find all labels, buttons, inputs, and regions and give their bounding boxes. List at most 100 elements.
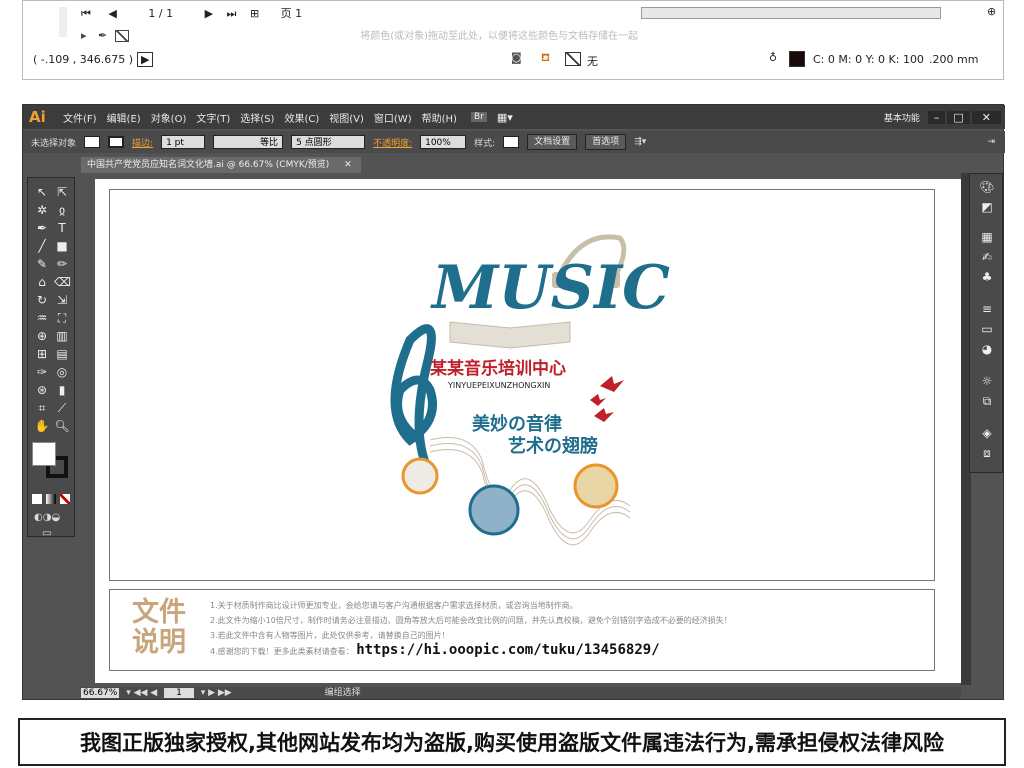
scale-tool-icon[interactable]: ⇲ bbox=[54, 292, 70, 308]
fill-bucket-icon[interactable]: ⛾ bbox=[541, 51, 550, 66]
lasso-tool-icon[interactable]: ჲ bbox=[54, 202, 70, 218]
warp-tool-icon[interactable]: ♒ bbox=[34, 310, 50, 326]
pencil-tool-icon[interactable]: ✏ bbox=[54, 256, 70, 272]
menu-object[interactable]: 对象(O) bbox=[151, 110, 187, 125]
preferences-button[interactable]: 首选项 bbox=[585, 134, 627, 150]
brushes-icon[interactable]: ✍︎ bbox=[978, 250, 996, 264]
swatches-icon[interactable]: ▦ bbox=[978, 230, 996, 244]
right-panel-dock: 🎨︎ ◩ ▦ ✍︎ ♣ ≡ ▭ ◕ ☼ ⧉ ◈ ⧈ bbox=[969, 173, 1003, 473]
transparency-icon[interactable]: ◕ bbox=[978, 342, 996, 356]
menu-type[interactable]: 文字(T) bbox=[196, 110, 230, 125]
rotate-tool-icon[interactable]: ↻ bbox=[34, 292, 50, 308]
hand-tool-icon[interactable]: ✋ bbox=[34, 418, 50, 434]
none-swatch[interactable] bbox=[114, 30, 129, 42]
arrange-icon[interactable]: ⇶▾ bbox=[634, 137, 646, 147]
play-icon[interactable]: ▸ bbox=[81, 29, 87, 42]
panel-menu-icon[interactable]: ⇥ bbox=[987, 137, 995, 147]
last-page-icon[interactable]: ⏭ bbox=[227, 7, 237, 20]
perspective-grid-tool-icon[interactable]: ▥ bbox=[54, 328, 70, 344]
eyedropper-icon[interactable]: ✒ bbox=[98, 29, 107, 42]
eyedropper-tool-icon[interactable]: ✑ bbox=[34, 364, 50, 380]
rectangle-tool-icon[interactable]: ■ bbox=[54, 238, 70, 254]
menu-file[interactable]: 文件(F) bbox=[63, 110, 97, 125]
gradient-panel-icon[interactable]: ▭ bbox=[978, 322, 996, 336]
color-panel-icon[interactable]: 🎨︎ bbox=[978, 180, 996, 194]
shape-builder-tool-icon[interactable]: ⊕ bbox=[34, 328, 50, 344]
direct-selection-tool-icon[interactable]: ⇱ bbox=[54, 184, 70, 200]
piano-photo bbox=[468, 484, 520, 536]
workspace-switcher[interactable]: 基本功能 bbox=[884, 111, 920, 124]
artboard-tool-icon[interactable]: ⌗ bbox=[34, 400, 50, 416]
mesh-tool-icon[interactable]: ⊞ bbox=[34, 346, 50, 362]
color-chip[interactable] bbox=[789, 51, 805, 67]
add-page-icon[interactable]: ⊞ bbox=[250, 7, 259, 20]
zoom-tool-icon[interactable]: 🔍︎ bbox=[54, 418, 70, 434]
graphic-styles-icon[interactable]: ⧉ bbox=[978, 394, 996, 408]
type-tool-icon[interactable]: T bbox=[54, 220, 70, 236]
nav-arrows-icon[interactable]: ▾ ◀◀ ◀ bbox=[126, 688, 157, 698]
layers-icon[interactable]: ◈ bbox=[978, 426, 996, 440]
eraser-tool-icon[interactable]: ⌫ bbox=[54, 274, 71, 290]
slice-tool-icon[interactable]: ⟋ bbox=[54, 400, 70, 416]
none-icon[interactable] bbox=[565, 52, 581, 66]
stroke-weight-field[interactable]: 1 pt bbox=[161, 135, 206, 149]
blend-tool-icon[interactable]: ◎ bbox=[54, 364, 70, 380]
blob-brush-tool-icon[interactable]: ⌂ bbox=[34, 274, 50, 290]
zoom-level[interactable]: 66.67% bbox=[81, 688, 120, 698]
menu-window[interactable]: 窗口(W) bbox=[374, 110, 412, 125]
column-graph-tool-icon[interactable]: ▮ bbox=[54, 382, 70, 398]
screen-mode-icon[interactable]: ▭ bbox=[42, 528, 51, 539]
panel-grip[interactable] bbox=[59, 7, 67, 37]
canvas[interactable]: MUSIC 某某音乐培训中心 YINYUEPEIXUNZHONGXIN 美妙の音… bbox=[95, 179, 961, 683]
menu-help[interactable]: 帮助(H) bbox=[422, 110, 457, 125]
menu-edit[interactable]: 编辑(E) bbox=[107, 110, 141, 125]
line-tool-icon[interactable]: ╱ bbox=[34, 238, 50, 254]
magic-wand-tool-icon[interactable]: ✲ bbox=[34, 202, 50, 218]
free-transform-tool-icon[interactable]: ⛶ bbox=[54, 310, 70, 326]
paintbrush-tool-icon[interactable]: ✎ bbox=[34, 256, 50, 272]
color-guide-icon[interactable]: ◩ bbox=[978, 200, 996, 214]
document-tab[interactable]: 中国共产党党员应知名词文化墙.ai @ 66.67% (CMYK/预览) ✕ bbox=[81, 157, 361, 173]
color-mode-icon[interactable] bbox=[32, 494, 42, 504]
none-mode-icon[interactable] bbox=[60, 494, 70, 504]
page-field[interactable]: 1 bbox=[164, 688, 194, 698]
gradient-mode-icon[interactable] bbox=[46, 494, 56, 504]
doc-url-link[interactable]: https://hi.ooopic.com/tuku/13456829/ bbox=[356, 642, 659, 658]
opacity-field[interactable]: 100% bbox=[420, 135, 467, 149]
zoom-icon[interactable]: ⊕ bbox=[987, 5, 996, 18]
play-icon[interactable]: ▶ bbox=[137, 52, 154, 67]
pen-tool-icon[interactable]: ✒ bbox=[34, 220, 50, 236]
close-tab-icon[interactable]: ✕ bbox=[344, 160, 352, 170]
style-swatch[interactable] bbox=[503, 136, 520, 148]
target-icon[interactable]: ◙ bbox=[511, 51, 522, 64]
artboards-icon[interactable]: ⧈ bbox=[978, 446, 996, 460]
draw-mode-icon[interactable]: ◐◑◒ bbox=[34, 512, 60, 523]
fill-color-swatch[interactable] bbox=[32, 442, 56, 466]
hscroll-track[interactable] bbox=[641, 7, 941, 19]
next-page-icon[interactable]: ▶ bbox=[205, 7, 213, 20]
nav-arrows-icon[interactable]: ▾ ▶ ▶▶ bbox=[201, 688, 232, 698]
menu-select[interactable]: 选择(S) bbox=[240, 110, 274, 125]
symbols-icon[interactable]: ♣ bbox=[978, 270, 996, 284]
stroke-swatch[interactable] bbox=[108, 136, 125, 148]
appearance-icon[interactable]: ☼ bbox=[978, 374, 996, 388]
bridge-icon[interactable]: Br bbox=[470, 112, 487, 122]
prev-page-icon[interactable]: ◀ bbox=[108, 7, 116, 20]
stroke-style-field[interactable]: 等比 bbox=[213, 135, 284, 149]
brush-field[interactable]: 5 点圆形 bbox=[291, 135, 366, 149]
symbol-sprayer-tool-icon[interactable]: ⊛ bbox=[34, 382, 50, 398]
gradient-tool-icon[interactable]: ▤ bbox=[54, 346, 70, 362]
menu-effect[interactable]: 效果(C) bbox=[284, 110, 319, 125]
page-label[interactable]: 页 1 bbox=[281, 7, 303, 20]
minimize-icon[interactable]: – bbox=[927, 110, 946, 124]
arrange-icon[interactable]: ▦▾ bbox=[497, 111, 513, 124]
menu-view[interactable]: 视图(V) bbox=[329, 110, 364, 125]
maximize-icon[interactable]: □ bbox=[947, 110, 970, 124]
doc-setup-button[interactable]: 文档设置 bbox=[527, 134, 578, 150]
first-page-icon[interactable]: ⏮ bbox=[81, 7, 91, 20]
close-icon[interactable]: ✕ bbox=[971, 110, 1001, 124]
pen-icon[interactable]: ♁ bbox=[769, 51, 777, 64]
fill-swatch[interactable] bbox=[84, 136, 101, 148]
selection-tool-icon[interactable]: ↖ bbox=[34, 184, 50, 200]
stroke-panel-icon[interactable]: ≡ bbox=[978, 302, 996, 316]
